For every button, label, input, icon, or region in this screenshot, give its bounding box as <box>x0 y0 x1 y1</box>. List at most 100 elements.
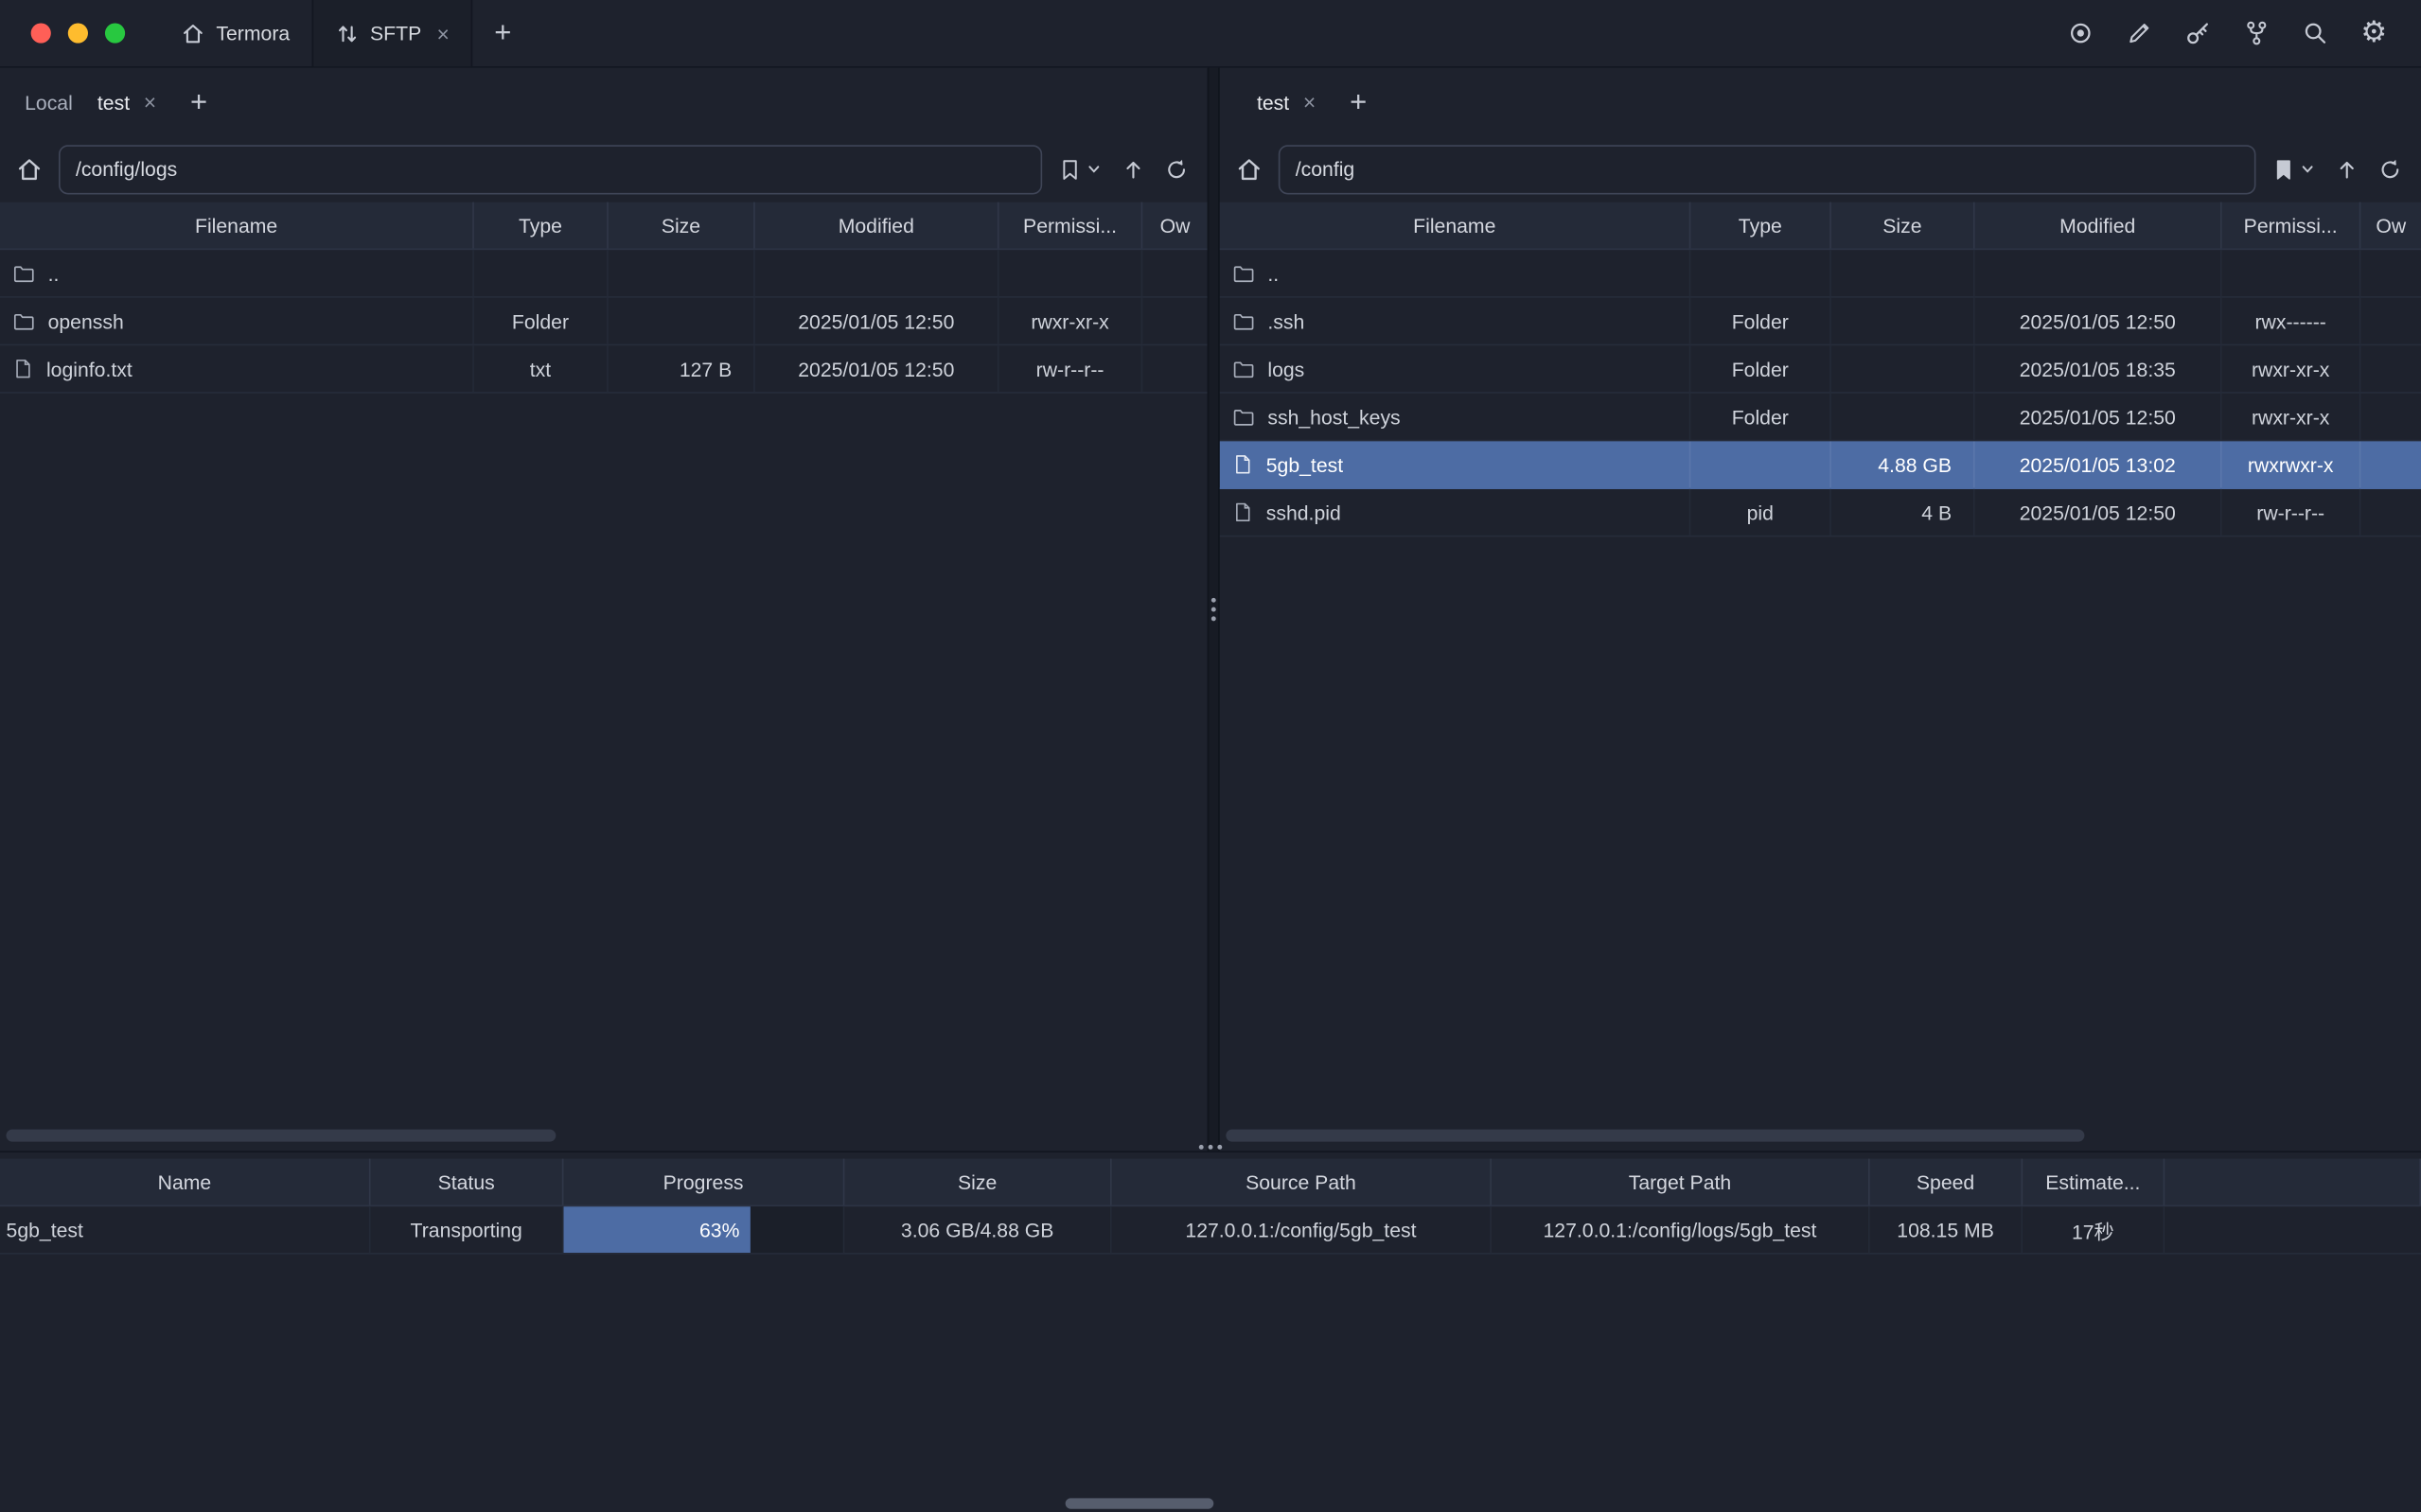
file-row[interactable]: ssh_host_keys Folder 2025/01/05 12:50 rw… <box>1220 394 2421 442</box>
permissions-cell: rwxr-xr-x <box>2222 345 2361 392</box>
transfer-estimate-cell: 17秒 <box>2023 1206 2165 1253</box>
test-tab-label: test <box>97 90 130 113</box>
filename-cell: .ssh <box>1220 298 1691 344</box>
key-icon[interactable] <box>2184 20 2211 46</box>
header-type[interactable]: Type <box>474 202 609 249</box>
header-owner[interactable]: Ow <box>2360 202 2421 249</box>
type-cell: Folder <box>1690 298 1830 344</box>
size-cell <box>1831 250 1975 296</box>
progress-label: 63% <box>699 1218 739 1240</box>
home-icon[interactable] <box>15 155 43 183</box>
filename-cell: loginfo.txt <box>0 345 474 392</box>
record-icon[interactable] <box>2067 20 2094 46</box>
file-row-selected[interactable]: 5gb_test 4.88 GB 2025/01/05 13:02 rwxrwx… <box>1220 441 2421 489</box>
size-cell <box>1831 345 1975 392</box>
header-permissions[interactable]: Permissi... <box>999 202 1143 249</box>
file-row[interactable]: .. <box>1220 250 2421 298</box>
type-cell: Folder <box>1690 345 1830 392</box>
modified-cell: 2025/01/05 18:35 <box>1975 345 2222 392</box>
bookmark-button[interactable] <box>1058 157 1103 182</box>
header-type[interactable]: Type <box>1690 202 1830 249</box>
transfer-table-header: Name Status Progress Size Source Path Ta… <box>0 1159 2421 1207</box>
type-cell: Folder <box>1690 394 1830 440</box>
header-size[interactable]: Size <box>609 202 755 249</box>
refresh-button[interactable] <box>1164 157 1189 182</box>
header-modified[interactable]: Modified <box>755 202 999 249</box>
right-table-header: Filename Type Size Modified Permissi... … <box>1220 202 2421 251</box>
permissions-cell: rwxrwxr-x <box>2222 441 2361 487</box>
local-tab-label: Local <box>25 90 73 113</box>
file-name: .. <box>1267 261 1279 284</box>
header-size[interactable]: Size <box>844 1159 1111 1205</box>
transfer-icon <box>335 21 360 45</box>
transfer-horizontal-scrollbar[interactable] <box>1066 1498 1214 1508</box>
header-owner[interactable]: Ow <box>1142 202 1208 249</box>
parent-directory-button[interactable] <box>1121 157 1145 182</box>
tab-test-left[interactable]: test × <box>85 80 168 124</box>
size-cell <box>609 298 755 344</box>
header-status[interactable]: Status <box>371 1159 564 1205</box>
file-row[interactable]: openssh Folder 2025/01/05 12:50 rwxr-xr-… <box>0 298 1208 346</box>
transfer-row[interactable]: 5gb_test Transporting 63% 3.06 GB/4.88 G… <box>0 1206 2421 1255</box>
close-icon[interactable]: × <box>437 23 450 44</box>
left-new-tab-button[interactable]: + <box>175 87 223 116</box>
right-new-tab-button[interactable]: + <box>1334 87 1383 116</box>
header-filename[interactable]: Filename <box>0 202 474 249</box>
tab-termora[interactable]: Termora <box>159 0 311 66</box>
file-name: logs <box>1267 357 1304 379</box>
bookmark-button[interactable] <box>2271 157 2316 182</box>
transfer-panel-grip[interactable] <box>1199 1145 1222 1150</box>
panel-splitter[interactable] <box>1208 68 1220 1152</box>
header-source-path[interactable]: Source Path <box>1112 1159 1492 1205</box>
zoom-window-button[interactable] <box>105 23 125 43</box>
file-name: .ssh <box>1267 309 1304 332</box>
branch-icon[interactable] <box>2243 20 2270 46</box>
settings-icon[interactable]: ⚙ <box>2360 19 2387 48</box>
tab-sftp[interactable]: SFTP × <box>311 0 472 66</box>
search-icon[interactable] <box>2302 20 2328 46</box>
chevron-down-icon <box>2299 161 2316 178</box>
header-estimate[interactable]: Estimate... <box>2023 1159 2165 1205</box>
file-row[interactable]: .. <box>0 250 1208 298</box>
filename-cell: ssh_host_keys <box>1220 394 1691 440</box>
file-row[interactable]: logs Folder 2025/01/05 18:35 rwxr-xr-x <box>1220 345 2421 394</box>
traffic-lights <box>0 23 125 43</box>
file-row[interactable]: .ssh Folder 2025/01/05 12:50 rwx------ <box>1220 298 2421 346</box>
close-icon[interactable]: × <box>144 91 156 113</box>
header-progress[interactable]: Progress <box>563 1159 844 1205</box>
header-target-path[interactable]: Target Path <box>1492 1159 1870 1205</box>
permissions-cell: rw-r--r-- <box>999 345 1143 392</box>
left-path-input[interactable] <box>59 144 1042 193</box>
home-icon[interactable] <box>1235 155 1263 183</box>
tab-test-right[interactable]: test × <box>1245 80 1328 124</box>
new-tab-button[interactable]: + <box>479 19 527 48</box>
file-row[interactable]: sshd.pid pid 4 B 2025/01/05 12:50 rw-r--… <box>1220 489 2421 537</box>
transfer-speed-cell: 108.15 MB <box>1870 1206 2023 1253</box>
header-filename[interactable]: Filename <box>1220 202 1691 249</box>
transfer-size-cell: 3.06 GB/4.88 GB <box>844 1206 1111 1253</box>
type-cell <box>474 250 609 296</box>
refresh-button[interactable] <box>2377 157 2402 182</box>
edit-icon[interactable] <box>2126 20 2152 46</box>
progress-fill: 63% <box>563 1206 750 1253</box>
header-modified[interactable]: Modified <box>1975 202 2222 249</box>
header-speed[interactable]: Speed <box>1870 1159 2023 1205</box>
minimize-window-button[interactable] <box>68 23 88 43</box>
tab-local[interactable]: Local <box>12 80 85 124</box>
left-horizontal-scrollbar[interactable] <box>7 1130 557 1142</box>
file-row[interactable]: loginfo.txt txt 127 B 2025/01/05 12:50 r… <box>0 345 1208 394</box>
close-window-button[interactable] <box>31 23 51 43</box>
header-permissions[interactable]: Permissi... <box>2222 202 2361 249</box>
header-size[interactable]: Size <box>1831 202 1975 249</box>
right-path-input[interactable] <box>1279 144 2256 193</box>
parent-directory-button[interactable] <box>2335 157 2359 182</box>
test-tab-label: test <box>1257 90 1289 113</box>
right-horizontal-scrollbar[interactable] <box>1226 1130 2084 1142</box>
splitter-grip[interactable] <box>1211 598 1216 621</box>
left-table-header: Filename Type Size Modified Permissi... … <box>0 202 1208 251</box>
transfer-panel: Name Status Progress Size Source Path Ta… <box>0 1151 2421 1512</box>
folder-icon <box>1232 357 1255 379</box>
close-icon[interactable]: × <box>1303 91 1316 113</box>
file-icon <box>12 358 34 379</box>
header-name[interactable]: Name <box>0 1159 371 1205</box>
